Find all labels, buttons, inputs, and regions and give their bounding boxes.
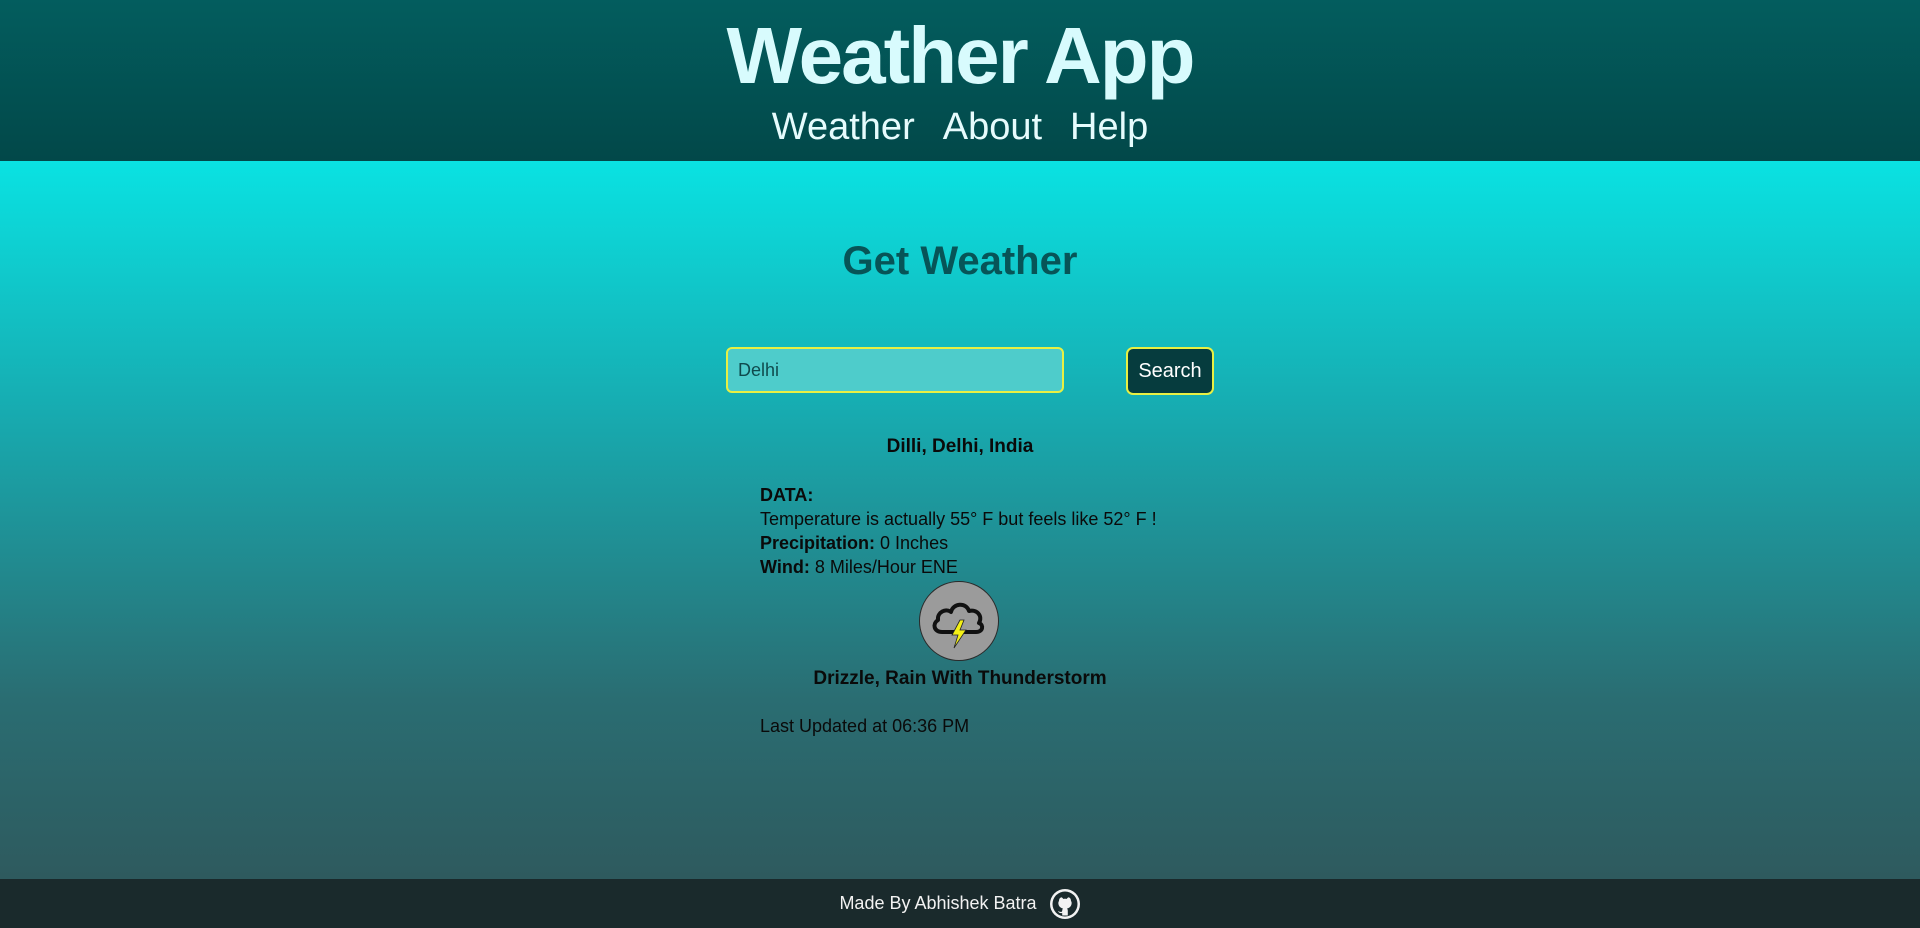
precipitation-row: Precipitation: 0 Inches <box>760 531 1157 555</box>
nav-link-help[interactable]: Help <box>1070 103 1148 151</box>
main-content: Get Weather Search Dilli, Delhi, India D… <box>0 161 1920 879</box>
weather-data: DATA: Temperature is actually 55° F but … <box>760 483 1157 579</box>
wind-value: 8 Miles/Hour ENE <box>814 557 958 577</box>
search-button[interactable]: Search <box>1126 347 1214 395</box>
location-search-input[interactable] <box>726 347 1064 393</box>
precipitation-value: 0 Inches <box>880 533 949 553</box>
footer-credit: Made By Abhishek Batra <box>839 893 1037 913</box>
nav-bar: Weather About Help <box>0 103 1920 151</box>
nav-link-weather[interactable]: Weather <box>772 103 915 151</box>
data-label: DATA: <box>760 485 814 505</box>
weather-condition: Drizzle, Rain With Thunderstorm <box>813 668 1107 689</box>
precipitation-label: Precipitation: <box>760 533 876 553</box>
footer: Made By Abhishek Batra <box>0 879 1920 928</box>
cloud-lightning-icon <box>919 581 999 661</box>
temperature-text: Temperature is actually 55° F but feels … <box>760 509 1157 529</box>
page-heading: Get Weather <box>842 239 1078 283</box>
header: Weather App Weather About Help <box>0 0 1920 161</box>
github-icon[interactable] <box>1049 888 1081 920</box>
last-updated: Last Updated at 06:36 PM <box>760 716 970 736</box>
location-name: Dilli, Delhi, India <box>886 436 1034 457</box>
nav-link-about[interactable]: About <box>943 103 1042 151</box>
wind-row: Wind: 8 Miles/Hour ENE <box>760 555 1157 579</box>
wind-label: Wind: <box>760 557 810 577</box>
app-title: Weather App <box>726 11 1196 100</box>
